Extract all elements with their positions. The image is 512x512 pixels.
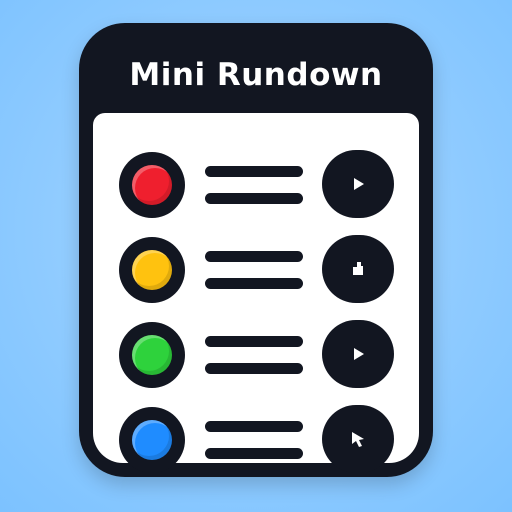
- line-indicator: [205, 166, 303, 177]
- red-status-dot: [119, 152, 185, 218]
- status-fill: [132, 335, 172, 375]
- trim-button[interactable]: [322, 235, 394, 303]
- line-indicator: [205, 421, 303, 432]
- play-icon: [354, 348, 364, 360]
- list-item: [93, 136, 419, 218]
- line-indicator: [205, 448, 303, 459]
- play-button[interactable]: [322, 150, 394, 218]
- status-fill: [132, 250, 172, 290]
- list-item: [93, 391, 419, 473]
- line-indicator: [205, 251, 303, 262]
- green-status-dot: [119, 322, 185, 388]
- status-fill: [132, 420, 172, 460]
- rundown-list: [93, 113, 419, 473]
- line-indicator: [205, 278, 303, 289]
- play-icon: [354, 178, 364, 190]
- title-bar: Mini Rundown: [79, 23, 433, 113]
- list-item: [93, 306, 419, 388]
- blue-status-dot: [119, 407, 185, 473]
- line-indicator: [205, 336, 303, 347]
- status-fill: [132, 165, 172, 205]
- yellow-status-dot: [119, 237, 185, 303]
- app-title: Mini Rundown: [129, 57, 383, 93]
- app-window: Mini Rundown: [79, 23, 433, 477]
- trim-icon: [353, 262, 363, 275]
- line-indicator: [205, 363, 303, 374]
- list-item: [93, 221, 419, 303]
- play-button[interactable]: [322, 320, 394, 388]
- line-indicator: [205, 193, 303, 204]
- cursor-icon: [352, 432, 364, 447]
- cursor-button[interactable]: [322, 405, 394, 473]
